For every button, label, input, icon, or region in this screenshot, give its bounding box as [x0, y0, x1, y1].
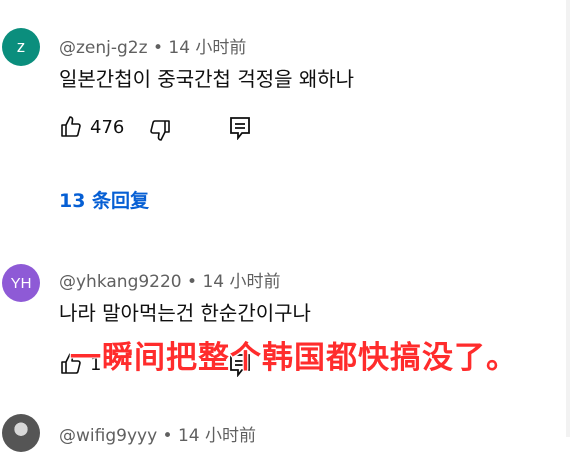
meta-separator: •: [187, 272, 198, 292]
comment-text: 일본간첩이 중국간첩 걱정을 왜하나: [59, 67, 355, 91]
video-caption-overlay: 一瞬间把整个韩国都快搞没了。: [70, 340, 518, 376]
avatar[interactable]: YH: [2, 264, 40, 302]
scrollbar-track[interactable]: [566, 0, 570, 437]
thumbs-up-icon[interactable]: [59, 115, 83, 139]
comment-text: 나라 말아먹는건 한순간이구나: [59, 301, 311, 325]
avatar-initials: z: [16, 37, 26, 56]
avatar-initials: YH: [10, 274, 32, 292]
comment-time[interactable]: 14 小时前: [168, 38, 246, 58]
view-replies-button[interactable]: 13 条回复: [59, 186, 149, 213]
avatar[interactable]: [2, 414, 40, 452]
comment-username[interactable]: @wifig9yyy: [59, 426, 157, 446]
comment-username[interactable]: @yhkang9220: [59, 272, 182, 292]
comment-username[interactable]: @zenj-g2z: [59, 38, 148, 58]
comment-actions: 476: [59, 115, 459, 145]
comment-time[interactable]: 14 小时前: [202, 272, 280, 292]
comment-meta: @zenj-g2z • 14 小时前: [59, 33, 246, 58]
meta-separator: •: [162, 426, 173, 446]
avatar[interactable]: z: [2, 28, 40, 66]
comment-meta: @wifig9yyy • 14 小时前: [59, 421, 256, 446]
thumbs-down-icon[interactable]: [148, 118, 172, 142]
comment-meta: @yhkang9220 • 14 小时前: [59, 267, 281, 292]
like-count: 476: [90, 117, 125, 138]
avatar-image: [2, 414, 40, 452]
comment-time[interactable]: 14 小时前: [178, 426, 256, 446]
reply-comment-icon[interactable]: [229, 116, 251, 140]
meta-separator: •: [152, 38, 163, 58]
